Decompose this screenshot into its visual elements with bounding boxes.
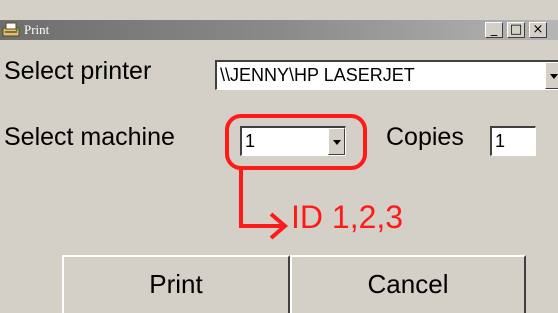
close-button[interactable]: × — [529, 22, 547, 38]
print-button[interactable]: Print — [62, 255, 290, 313]
print-dialog: Print _ □ × Select printer \\JENNY\HP LA… — [0, 0, 558, 313]
printer-select-value: \\JENNY\HP LASERJET — [220, 65, 415, 85]
copies-label: Copies — [386, 123, 464, 151]
annotation-highlight — [225, 114, 367, 170]
annotation-arrow — [239, 170, 289, 240]
annotation-label: ID 1,2,3 — [291, 199, 404, 235]
select-printer-label: Select printer — [4, 57, 152, 85]
copies-input[interactable]: 1 — [490, 126, 536, 156]
maximize-button[interactable]: □ — [507, 22, 525, 38]
select-machine-label: Select machine — [4, 123, 175, 151]
window-title: Print — [24, 22, 50, 37]
printer-select[interactable]: \\JENNY\HP LASERJET — [215, 60, 558, 90]
cancel-button[interactable]: Cancel — [290, 255, 526, 313]
printer-icon — [2, 22, 22, 38]
chevron-down-icon[interactable] — [545, 62, 558, 89]
minimize-button[interactable]: _ — [485, 22, 503, 38]
title-bar: Print _ □ × — [0, 20, 558, 40]
copies-value: 1 — [495, 131, 506, 151]
